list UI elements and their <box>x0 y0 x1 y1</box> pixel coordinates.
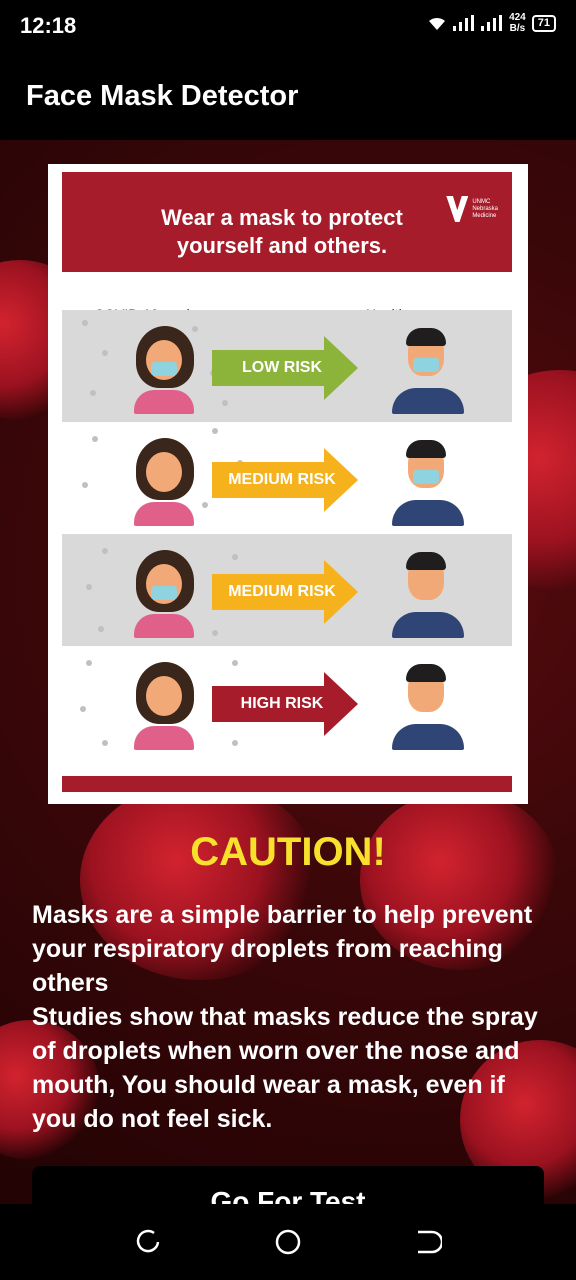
droplet-dot <box>102 350 108 356</box>
status-time: 12:18 <box>20 13 77 38</box>
body <box>392 500 464 526</box>
risk-label: MEDIUM RISK <box>228 471 336 488</box>
caution-paragraph: Studies show that masks reduce the spray… <box>32 1003 538 1133</box>
risk-row: MEDIUM RISK <box>62 534 512 646</box>
risk-row: LOW RISK <box>62 310 512 422</box>
poster-title-line: yourself and others. <box>176 233 388 258</box>
healthy-figure <box>392 326 464 414</box>
logo-mark-icon <box>446 196 469 222</box>
hair <box>406 664 446 682</box>
face-mask-icon <box>413 470 439 484</box>
droplet-dot <box>102 548 108 554</box>
recents-icon[interactable] <box>134 1228 162 1256</box>
droplet-dot <box>212 630 218 636</box>
signal-icon <box>453 15 475 31</box>
go-for-test-button[interactable]: Go For Test <box>32 1166 544 1204</box>
logo-text-line: Nebraska <box>472 205 498 212</box>
droplet-dot <box>212 428 218 434</box>
carrier-figure <box>134 662 202 750</box>
droplet-dot <box>86 584 92 590</box>
poster-footer <box>62 776 512 792</box>
app-bar: Face Mask Detector <box>0 52 576 140</box>
network-speed: 424 B/s <box>509 12 526 34</box>
healthy-figure <box>392 438 464 526</box>
network-speed-value: 424 <box>509 12 526 23</box>
logo-text-line: Medicine <box>472 212 497 219</box>
risk-label: MEDIUM RISK <box>228 583 336 600</box>
app-title: Face Mask Detector <box>26 80 299 112</box>
face <box>146 452 182 492</box>
droplet-dot <box>232 740 238 746</box>
body <box>134 726 194 750</box>
droplet-dot <box>82 320 88 326</box>
carrier-figure <box>134 438 202 526</box>
mask-risk-poster: Wear a mask to protect yourself and othe… <box>48 164 528 804</box>
navigation-bar <box>0 1204 576 1280</box>
poster-title: Wear a mask to protect yourself and othe… <box>152 204 412 260</box>
risk-arrow: LOW RISK <box>212 336 360 400</box>
risk-row: HIGH RISK <box>62 646 512 758</box>
healthy-figure <box>392 550 464 638</box>
battery-icon: 71 <box>531 14 556 32</box>
droplet-dot <box>98 626 104 632</box>
droplet-dot <box>80 706 86 712</box>
droplet-dot <box>202 502 208 508</box>
hair <box>406 328 446 346</box>
risk-label: LOW RISK <box>242 359 322 376</box>
droplet-dot <box>90 390 96 396</box>
logo-text: UNMC Nebraska Medicine <box>472 199 498 220</box>
face-mask-icon <box>151 362 177 376</box>
droplet-dot <box>102 740 108 746</box>
risk-row: MEDIUM RISK <box>62 422 512 534</box>
main-content: Wear a mask to protect yourself and othe… <box>0 140 576 1204</box>
caution-text: Masks are a simple barrier to help preve… <box>32 898 552 1136</box>
droplet-dot <box>232 660 238 666</box>
risk-label: HIGH RISK <box>240 695 324 712</box>
body <box>134 390 194 414</box>
caution-heading: CAUTION! <box>190 830 386 874</box>
droplet-dot <box>222 400 228 406</box>
status-icons: 424 B/s 71 <box>427 12 556 34</box>
caution-paragraph: Masks are a simple barrier to help preve… <box>32 901 533 997</box>
carrier-figure <box>134 326 202 414</box>
hair <box>406 440 446 458</box>
healthy-figure <box>392 662 464 750</box>
body <box>134 502 194 526</box>
back-icon[interactable] <box>414 1228 442 1256</box>
signal-icon <box>481 15 503 31</box>
droplet-dot <box>86 660 92 666</box>
unmc-logo: UNMC Nebraska Medicine <box>446 196 498 222</box>
logo-text-line: UNMC <box>472 198 491 205</box>
network-speed-unit: B/s <box>509 23 526 34</box>
poster-header: Wear a mask to protect yourself and othe… <box>62 172 512 272</box>
droplet-dot <box>82 482 88 488</box>
body <box>392 612 464 638</box>
risk-arrow: HIGH RISK <box>212 672 360 736</box>
droplet-dot <box>92 436 98 442</box>
body <box>392 388 464 414</box>
risk-arrow: MEDIUM RISK <box>212 560 360 624</box>
risk-arrow: MEDIUM RISK <box>212 448 360 512</box>
poster-title-line: Wear a mask to protect <box>161 205 403 230</box>
hair <box>406 552 446 570</box>
wifi-icon <box>429 17 446 30</box>
body <box>134 614 194 638</box>
carrier-figure <box>134 550 202 638</box>
body <box>392 724 464 750</box>
face-mask-icon <box>151 586 177 600</box>
home-icon[interactable] <box>274 1228 302 1256</box>
face-mask-icon <box>413 358 439 372</box>
face <box>146 676 182 716</box>
status-bar: 12:18 424 B/s 71 <box>0 0 576 52</box>
